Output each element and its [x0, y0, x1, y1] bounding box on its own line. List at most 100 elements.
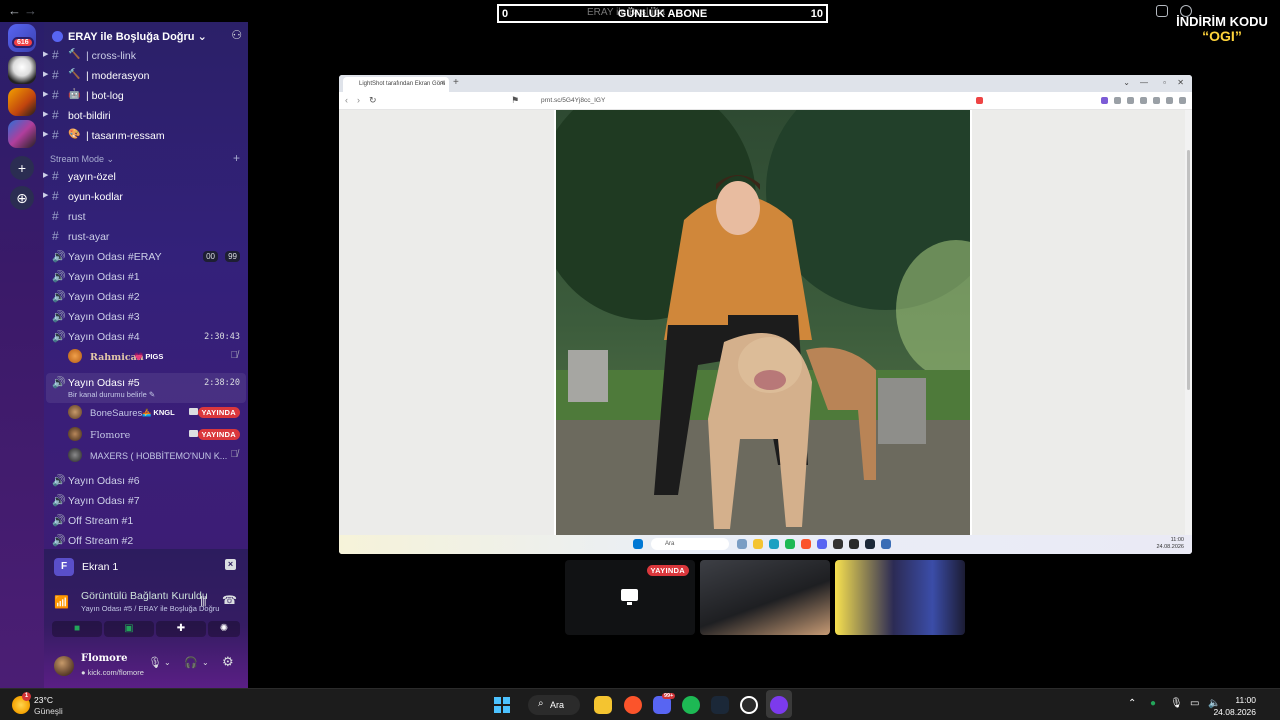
close-tab-icon[interactable]: ×	[441, 80, 445, 87]
extension-icon[interactable]	[1101, 97, 1108, 104]
extension-icon[interactable]	[1153, 97, 1160, 104]
forward-icon[interactable]: ›	[357, 95, 360, 105]
minimize-icon[interactable]: —	[1140, 78, 1148, 87]
screen-share-button[interactable]: ▣	[104, 621, 154, 637]
server-icon-2[interactable]	[8, 88, 36, 116]
forward-arrow-icon[interactable]: →	[24, 3, 37, 18]
collapsed-caret-icon: ▶	[43, 51, 49, 58]
bookmark-icon[interactable]: ⚑	[511, 95, 519, 106]
channel-yayin-ozel[interactable]: ▶ # yayın-özel	[43, 167, 248, 186]
user-avatar[interactable]	[54, 656, 74, 676]
speaker-icon: 🔊	[52, 311, 66, 323]
channel-cross-link[interactable]: ▶ # 🔨 | cross-link	[43, 46, 248, 65]
voice-channel-2[interactable]: 🔊 Yayın Odası #2	[44, 287, 248, 306]
voice-connection-location[interactable]: Yayın Odası #5 / ERAY ile Boşluğa Doğru	[81, 604, 219, 613]
steam-icon[interactable]	[711, 696, 729, 714]
audio-options-chevron-icon[interactable]: ⌄	[202, 658, 209, 667]
back-arrow-icon[interactable]: ←	[8, 3, 21, 18]
scrollbar-thumb[interactable]	[1187, 150, 1190, 390]
collapsed-caret-icon: ▶	[43, 192, 49, 199]
voice-member-maxers[interactable]: MAXERS ( HOBBİTEMO'NUN K... 🎙̸	[68, 447, 244, 465]
brave-shield-icon[interactable]	[976, 97, 983, 104]
voice-member-rahmican[interactable]: Rahmican 💗 PIGS 🎙̸	[68, 348, 244, 366]
channel-bot-bildiri[interactable]: ▶ # bot-bildiri	[43, 106, 248, 125]
add-server-icon[interactable]: +	[10, 156, 34, 180]
microphone-tray-icon[interactable]: 🎙	[1170, 698, 1183, 709]
browser-tab[interactable]: LightShot tarafından Ekran Görü ×	[343, 77, 449, 92]
voice-channel-6[interactable]: 🔊 Yayın Odası #6	[44, 471, 248, 490]
channel-rust-ayar[interactable]: # rust-ayar	[44, 227, 248, 246]
speaker-icon: 🔊	[52, 475, 66, 487]
channel-tasarim-ressam[interactable]: ▶ # 🎨 | tasarım-ressam	[43, 126, 248, 145]
extension-icon[interactable]	[1127, 97, 1134, 104]
headphones-icon[interactable]: 🎧	[184, 656, 198, 669]
voice-channel-1[interactable]: 🔊 Yayın Odası #1	[44, 267, 248, 286]
extension-icon[interactable]	[1140, 97, 1147, 104]
voice-connection-status[interactable]: Görüntülü Bağlantı Kuruldu	[81, 590, 208, 602]
obs-icon[interactable]	[740, 696, 758, 714]
maximize-icon[interactable]: ▫	[1163, 78, 1166, 87]
channel-moderasyon[interactable]: ▶ # 🔨 | moderasyon	[43, 66, 248, 85]
vertical-scrollbar[interactable]	[1185, 110, 1192, 535]
extension-icon[interactable]	[1166, 97, 1173, 104]
server-icon-1[interactable]	[8, 56, 36, 84]
voice-channel-7[interactable]: 🔊 Yayın Odası #7	[44, 491, 248, 510]
soundboard-button[interactable]: ✺	[208, 621, 240, 637]
channel-label: Off Stream #1	[68, 515, 134, 527]
discord-unread-badge: 99+	[662, 693, 676, 699]
network-icon[interactable]: ▭	[1190, 698, 1199, 709]
tray-overflow-chevron-icon[interactable]: ⌃	[1128, 698, 1136, 709]
noise-suppression-icon[interactable]: |||	[200, 595, 207, 607]
mic-options-chevron-icon[interactable]: ⌄	[164, 658, 171, 667]
taskbar-search-button[interactable]: ⌕ Ara	[528, 695, 580, 715]
invite-icon[interactable]: ⚇	[231, 28, 242, 42]
address-bar[interactable]: prnt.sc/5G4Yj8cc_IGY	[529, 95, 991, 107]
member-name: MAXERS ( HOBBİTEMO'NUN K...	[90, 451, 228, 461]
voice-member-bonesaures[interactable]: BoneSaures 🚣 KNGL YAYINDA	[68, 404, 244, 422]
activities-button[interactable]: ✚	[156, 621, 206, 637]
user-name[interactable]: Flomore	[81, 653, 127, 664]
explore-icon[interactable]: ⊕	[10, 186, 34, 210]
extension-icon[interactable]	[1114, 97, 1121, 104]
voice-channel-off-1[interactable]: 🔊 Off Stream #1	[44, 511, 248, 530]
gear-icon[interactable]: ⚙	[222, 654, 234, 670]
channel-status-prompt[interactable]: Bir kanal durumu belirle ✎	[68, 390, 155, 399]
member-tag: 🚣 KNGL	[142, 408, 175, 417]
category-stream-mode[interactable]: Stream Mode ⌄	[50, 154, 114, 165]
shared-screen-browser[interactable]: LightShot tarafından Ekran Görü × + ⌄ — …	[339, 75, 1192, 554]
spotify-icon[interactable]	[682, 696, 700, 714]
channel-oyun-kodlar[interactable]: ▶ # oyun-kodlar	[43, 187, 248, 206]
stream-tile-webcam-2[interactable]	[835, 560, 965, 635]
voice-channel-eray[interactable]: 🔊 Yayın Odası #ERAY 00 99	[44, 247, 248, 266]
stream-tile-screen[interactable]: YAYINDA	[565, 560, 695, 635]
windows-start-icon[interactable]	[494, 697, 510, 713]
voice-channel-4[interactable]: 🔊 Yayın Odası #4 2:30:43	[44, 327, 248, 346]
voice-channel-off-2[interactable]: 🔊 Off Stream #2	[44, 531, 248, 550]
channel-bot-log[interactable]: ▶ # 🤖 | bot-log	[43, 86, 248, 105]
taskbar-clock[interactable]: 11:00 24.08.2026	[1213, 694, 1256, 718]
camera-toggle-button[interactable]: ■	[52, 621, 102, 637]
weather-description[interactable]: Güneşli	[34, 706, 63, 716]
stream-tile-webcam-1[interactable]	[700, 560, 830, 635]
streaming-app-icon[interactable]	[770, 696, 788, 714]
brave-browser-icon[interactable]	[624, 696, 642, 714]
tray-app-icon[interactable]: ●	[1150, 698, 1156, 709]
server-icon-3[interactable]	[8, 120, 36, 148]
microphone-icon[interactable]: 🎙	[148, 656, 162, 669]
file-explorer-icon[interactable]	[594, 696, 612, 714]
voice-member-flomore[interactable]: Flomore YAYINDA	[68, 426, 244, 444]
voice-channel-3[interactable]: 🔊 Yayın Odası #3	[44, 307, 248, 326]
menu-icon[interactable]	[1179, 97, 1186, 104]
stop-screen-share-icon[interactable]: ×	[225, 559, 236, 570]
disconnect-icon[interactable]: ☎	[222, 593, 237, 607]
reload-icon[interactable]: ↻	[369, 95, 377, 106]
channel-rust[interactable]: # rust	[44, 207, 248, 226]
close-window-icon[interactable]: ✕	[1177, 78, 1184, 87]
back-icon[interactable]: ‹	[345, 95, 348, 105]
add-channel-icon[interactable]: +	[233, 151, 240, 165]
new-tab-icon[interactable]: +	[453, 77, 459, 88]
weather-temperature[interactable]: 23°C	[34, 695, 53, 705]
tab-list-chevron-icon[interactable]: ⌄	[1123, 78, 1130, 87]
photo-person-with-dog	[556, 110, 970, 535]
channel-label: Yayın Odası #4	[68, 331, 140, 343]
